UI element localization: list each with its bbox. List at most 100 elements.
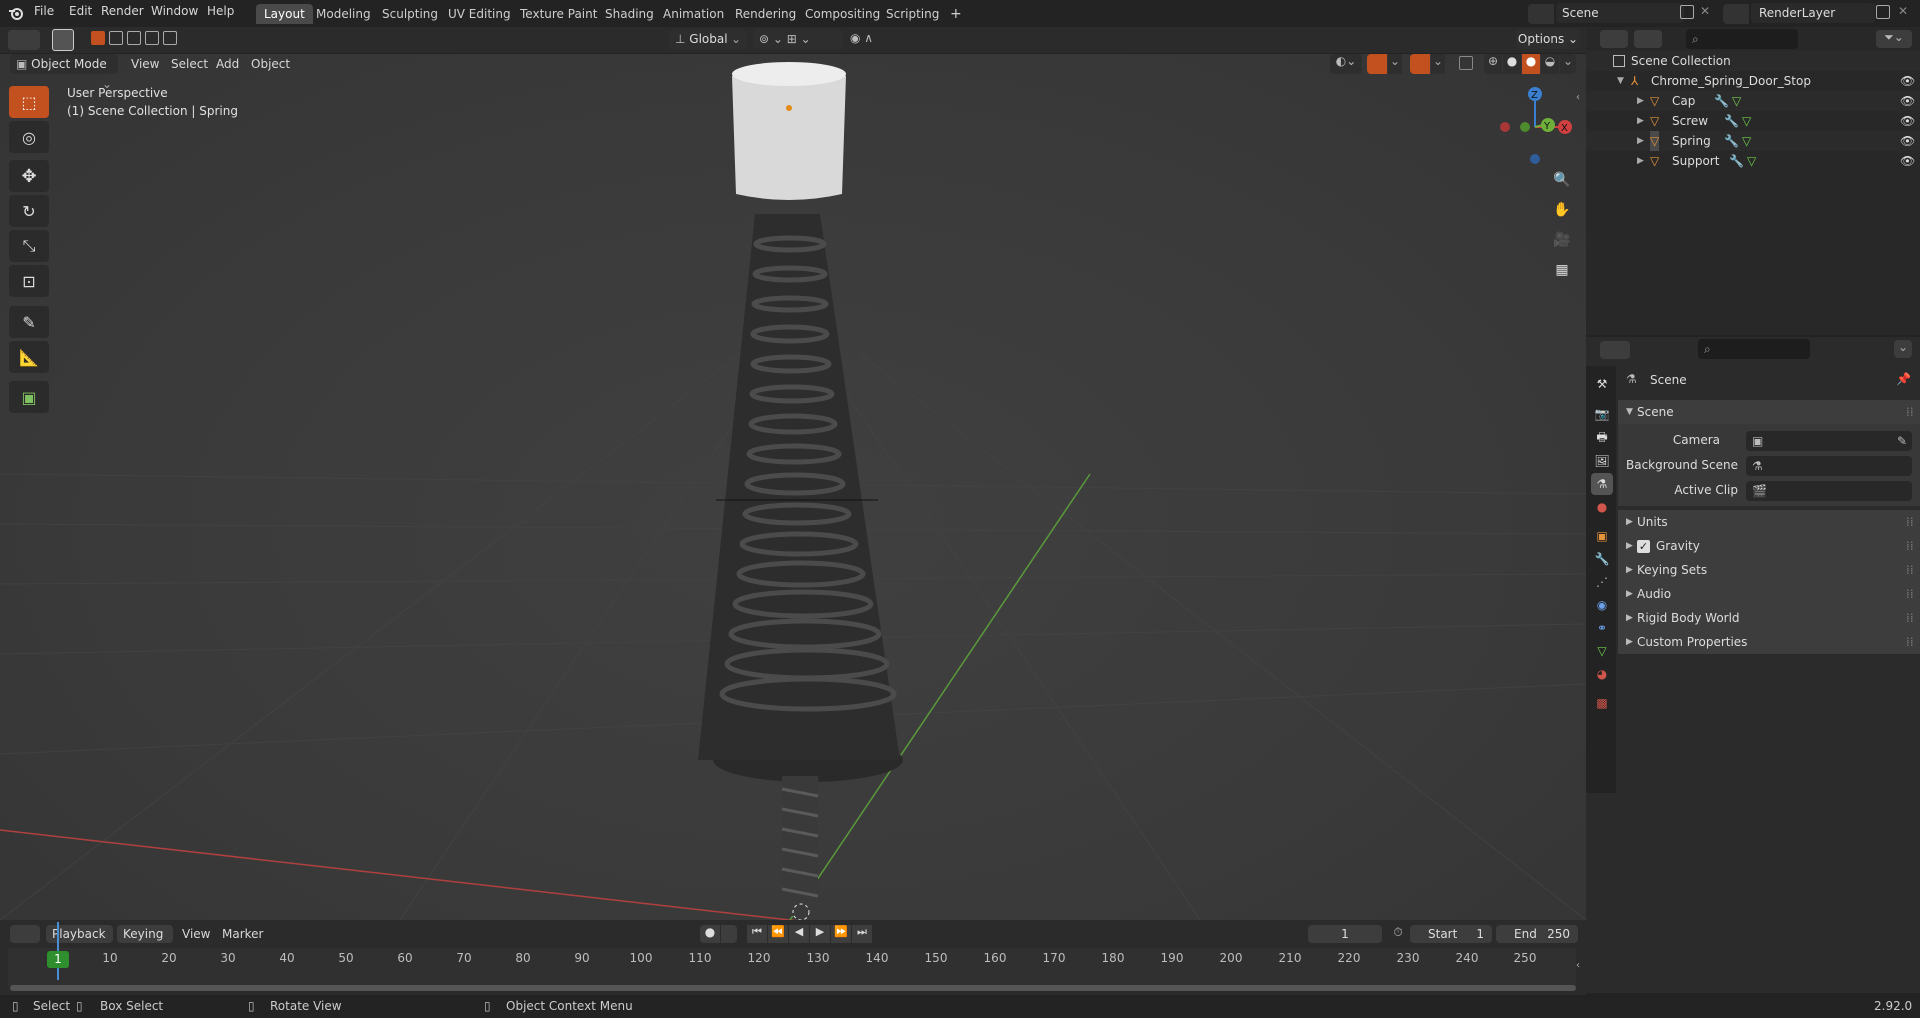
tab-rendering[interactable]: Rendering [727, 4, 804, 24]
tool-annotate[interactable]: ✎ [9, 306, 49, 338]
mode-dropdown[interactable]: ▣ Object Mode ⌄ [10, 54, 118, 91]
transform-orientation-dropdown[interactable]: ⊥ Global ⌄ [669, 29, 747, 49]
eye-icon[interactable]: 👁 [1900, 71, 1915, 91]
object-data-tab-icon[interactable]: ▽ [1591, 640, 1613, 662]
tool-measure[interactable]: 📐 [9, 341, 49, 373]
tool-scale[interactable]: ⤡ [9, 230, 49, 262]
timeline-scrollbar[interactable] [10, 985, 1576, 991]
tool-tab-icon[interactable]: ⚒ [1591, 373, 1613, 395]
outliner-row-scene-collection[interactable]: Scene Collection [1586, 51, 1920, 71]
eye-icon[interactable]: 👁 [1900, 111, 1915, 131]
drag-handle-icon[interactable]: ⁞⁞ [1906, 606, 1914, 630]
select-mode-intersect-icon[interactable] [163, 31, 177, 45]
outliner-row-spring[interactable]: ▶ ▽ Spring 🔧 ▽ 👁 [1586, 131, 1920, 151]
overlay-toggle-icon[interactable] [1410, 54, 1430, 74]
menu-window[interactable]: Window [151, 4, 198, 18]
timeline-collapse-icon[interactable]: ‹ [1576, 960, 1580, 971]
tab-shading[interactable]: Shading [597, 4, 662, 24]
visibility-dropdown-icon[interactable]: ◐⌄ [1330, 54, 1362, 74]
active-clip-field[interactable]: 🎬 [1746, 481, 1912, 501]
drag-handle-icon[interactable]: ⁞⁞ [1906, 534, 1914, 558]
close-layer-icon[interactable]: ✕ [1898, 4, 1908, 18]
viewport-menu-add[interactable]: Add [216, 57, 239, 71]
drag-handle-icon[interactable]: ⁞⁞ [1906, 400, 1914, 424]
proportional-edit-icon[interactable]: ◉ ∧ [850, 31, 873, 45]
camera-view-icon[interactable]: 🎥 [1550, 232, 1574, 256]
tab-uv-editing[interactable]: UV Editing [440, 4, 519, 24]
select-mode-invert-icon[interactable] [145, 31, 159, 45]
eye-icon[interactable]: 👁 [1900, 91, 1915, 111]
keying-sets-panel-header[interactable]: ▶ Keying Sets ⁞⁞ [1618, 558, 1920, 582]
gravity-checkbox[interactable]: ✓ [1637, 540, 1650, 553]
eye-icon[interactable]: 👁 [1900, 131, 1915, 151]
close-scene-icon[interactable]: ✕ [1700, 4, 1710, 18]
pan-hand-icon[interactable]: ✋ [1550, 202, 1574, 226]
custom-properties-panel-header[interactable]: ▶ Custom Properties ⁞⁞ [1618, 630, 1920, 654]
outliner-search-input[interactable]: ⌕ [1686, 29, 1798, 49]
tab-compositing[interactable]: Compositing [797, 4, 888, 24]
expand-arrow-icon[interactable]: ▶ [1637, 111, 1644, 131]
texture-tab-icon[interactable]: ▩ [1591, 692, 1613, 714]
editor-type-icon[interactable] [8, 30, 40, 50]
rigid-body-world-panel-header[interactable]: ▶ Rigid Body World ⁞⁞ [1618, 606, 1920, 630]
tool-select-box[interactable]: ⬚ [9, 86, 49, 118]
3d-viewport[interactable] [0, 54, 1586, 920]
properties-search-input[interactable]: ⌕ [1698, 339, 1810, 359]
background-scene-field[interactable]: ⚗ [1746, 456, 1912, 476]
outliner-editor-icon[interactable] [1600, 30, 1628, 48]
tab-texture-paint[interactable]: Texture Paint [512, 4, 605, 24]
new-layer-icon[interactable] [1876, 5, 1890, 19]
properties-editor-icon[interactable] [1600, 341, 1630, 359]
scene-icon[interactable] [1528, 4, 1554, 24]
tool-add-cube[interactable]: ▣ [9, 381, 49, 413]
use-preview-range-icon[interactable]: ⏱ [1389, 925, 1407, 943]
properties-options-icon[interactable]: ⌄ [1894, 340, 1912, 358]
record-keyframe-icon[interactable]: ● [700, 925, 720, 943]
tool-cursor[interactable]: ◎ [9, 121, 49, 153]
drag-handle-icon[interactable]: ⁞⁞ [1906, 558, 1914, 582]
outliner-row-cap[interactable]: ▶ ▽ Cap 🔧 ▽ 👁 [1586, 91, 1920, 111]
menu-help[interactable]: Help [207, 4, 234, 18]
drag-handle-icon[interactable]: ⁞⁞ [1906, 510, 1914, 534]
snap-pivot-controls[interactable]: ⊚ ⌄ ⊞ ⌄ [753, 29, 843, 49]
select-mode-extend-icon[interactable] [109, 31, 123, 45]
expand-arrow-icon[interactable]: ▶ [1637, 151, 1644, 171]
end-frame-field[interactable]: End 250 [1496, 925, 1578, 943]
timeline-editor-icon[interactable] [10, 925, 40, 943]
eye-icon[interactable]: 👁 [1900, 151, 1915, 171]
perspective-grid-icon[interactable]: ▦ [1550, 262, 1574, 286]
gizmo-toggle-icon[interactable] [1367, 54, 1387, 74]
outliner-row-screw[interactable]: ▶ ▽ Screw 🔧 ▽ 👁 [1586, 111, 1920, 131]
outliner-row-support[interactable]: ▶ ▽ Support 🔧 ▽ 👁 [1586, 151, 1920, 171]
viewport-menu-view[interactable]: View [131, 57, 159, 71]
scene-selector[interactable]: Scene [1556, 3, 1684, 23]
tab-animation[interactable]: Animation [655, 4, 732, 24]
zoom-icon[interactable]: 🔍 [1550, 172, 1574, 196]
view-layer-tab-icon[interactable]: 🖼 [1591, 450, 1613, 472]
material-tab-icon[interactable]: ◕ [1591, 663, 1613, 685]
gizmo-dropdown-icon[interactable]: ⌄ [1388, 54, 1402, 74]
play-icon[interactable]: ▶ [810, 925, 830, 943]
select-mode-new-icon[interactable] [91, 31, 105, 45]
pin-icon[interactable]: 📌 [1896, 372, 1911, 386]
start-frame-field[interactable]: Start 1 [1410, 925, 1492, 943]
navigation-gizmo[interactable]: Z X Y [1490, 80, 1580, 170]
timeline-menu-marker[interactable]: Marker [222, 927, 263, 941]
blender-logo-icon[interactable] [8, 5, 24, 21]
gravity-panel-header[interactable]: ▶ ✓ Gravity ⁞⁞ [1618, 534, 1920, 558]
menu-file[interactable]: File [34, 4, 54, 18]
tool-transform[interactable]: ⊡ [9, 265, 49, 297]
collapse-arrow-icon[interactable]: ‹ [1576, 92, 1580, 103]
play-reverse-icon[interactable]: ◀ [789, 925, 809, 943]
audio-panel-header[interactable]: ▶ Audio ⁞⁞ [1618, 582, 1920, 606]
render-layer-selector[interactable]: RenderLayer [1751, 3, 1875, 23]
particles-tab-icon[interactable]: ⋰ [1591, 571, 1613, 593]
expand-arrow-icon[interactable]: ▶ [1637, 131, 1644, 151]
display-mode-icon[interactable] [1634, 30, 1662, 48]
modifier-tab-icon[interactable]: 🔧 [1591, 548, 1613, 570]
outliner-row-collection[interactable]: ▼ ⅄ Chrome_Spring_Door_Stop 👁 [1586, 71, 1920, 91]
solid-shading-icon[interactable]: ● [1503, 54, 1521, 74]
select-tool-icon[interactable] [52, 29, 74, 51]
jump-end-icon[interactable]: ⏭ [852, 925, 872, 943]
expand-arrow-icon[interactable]: ▼ [1617, 71, 1624, 91]
